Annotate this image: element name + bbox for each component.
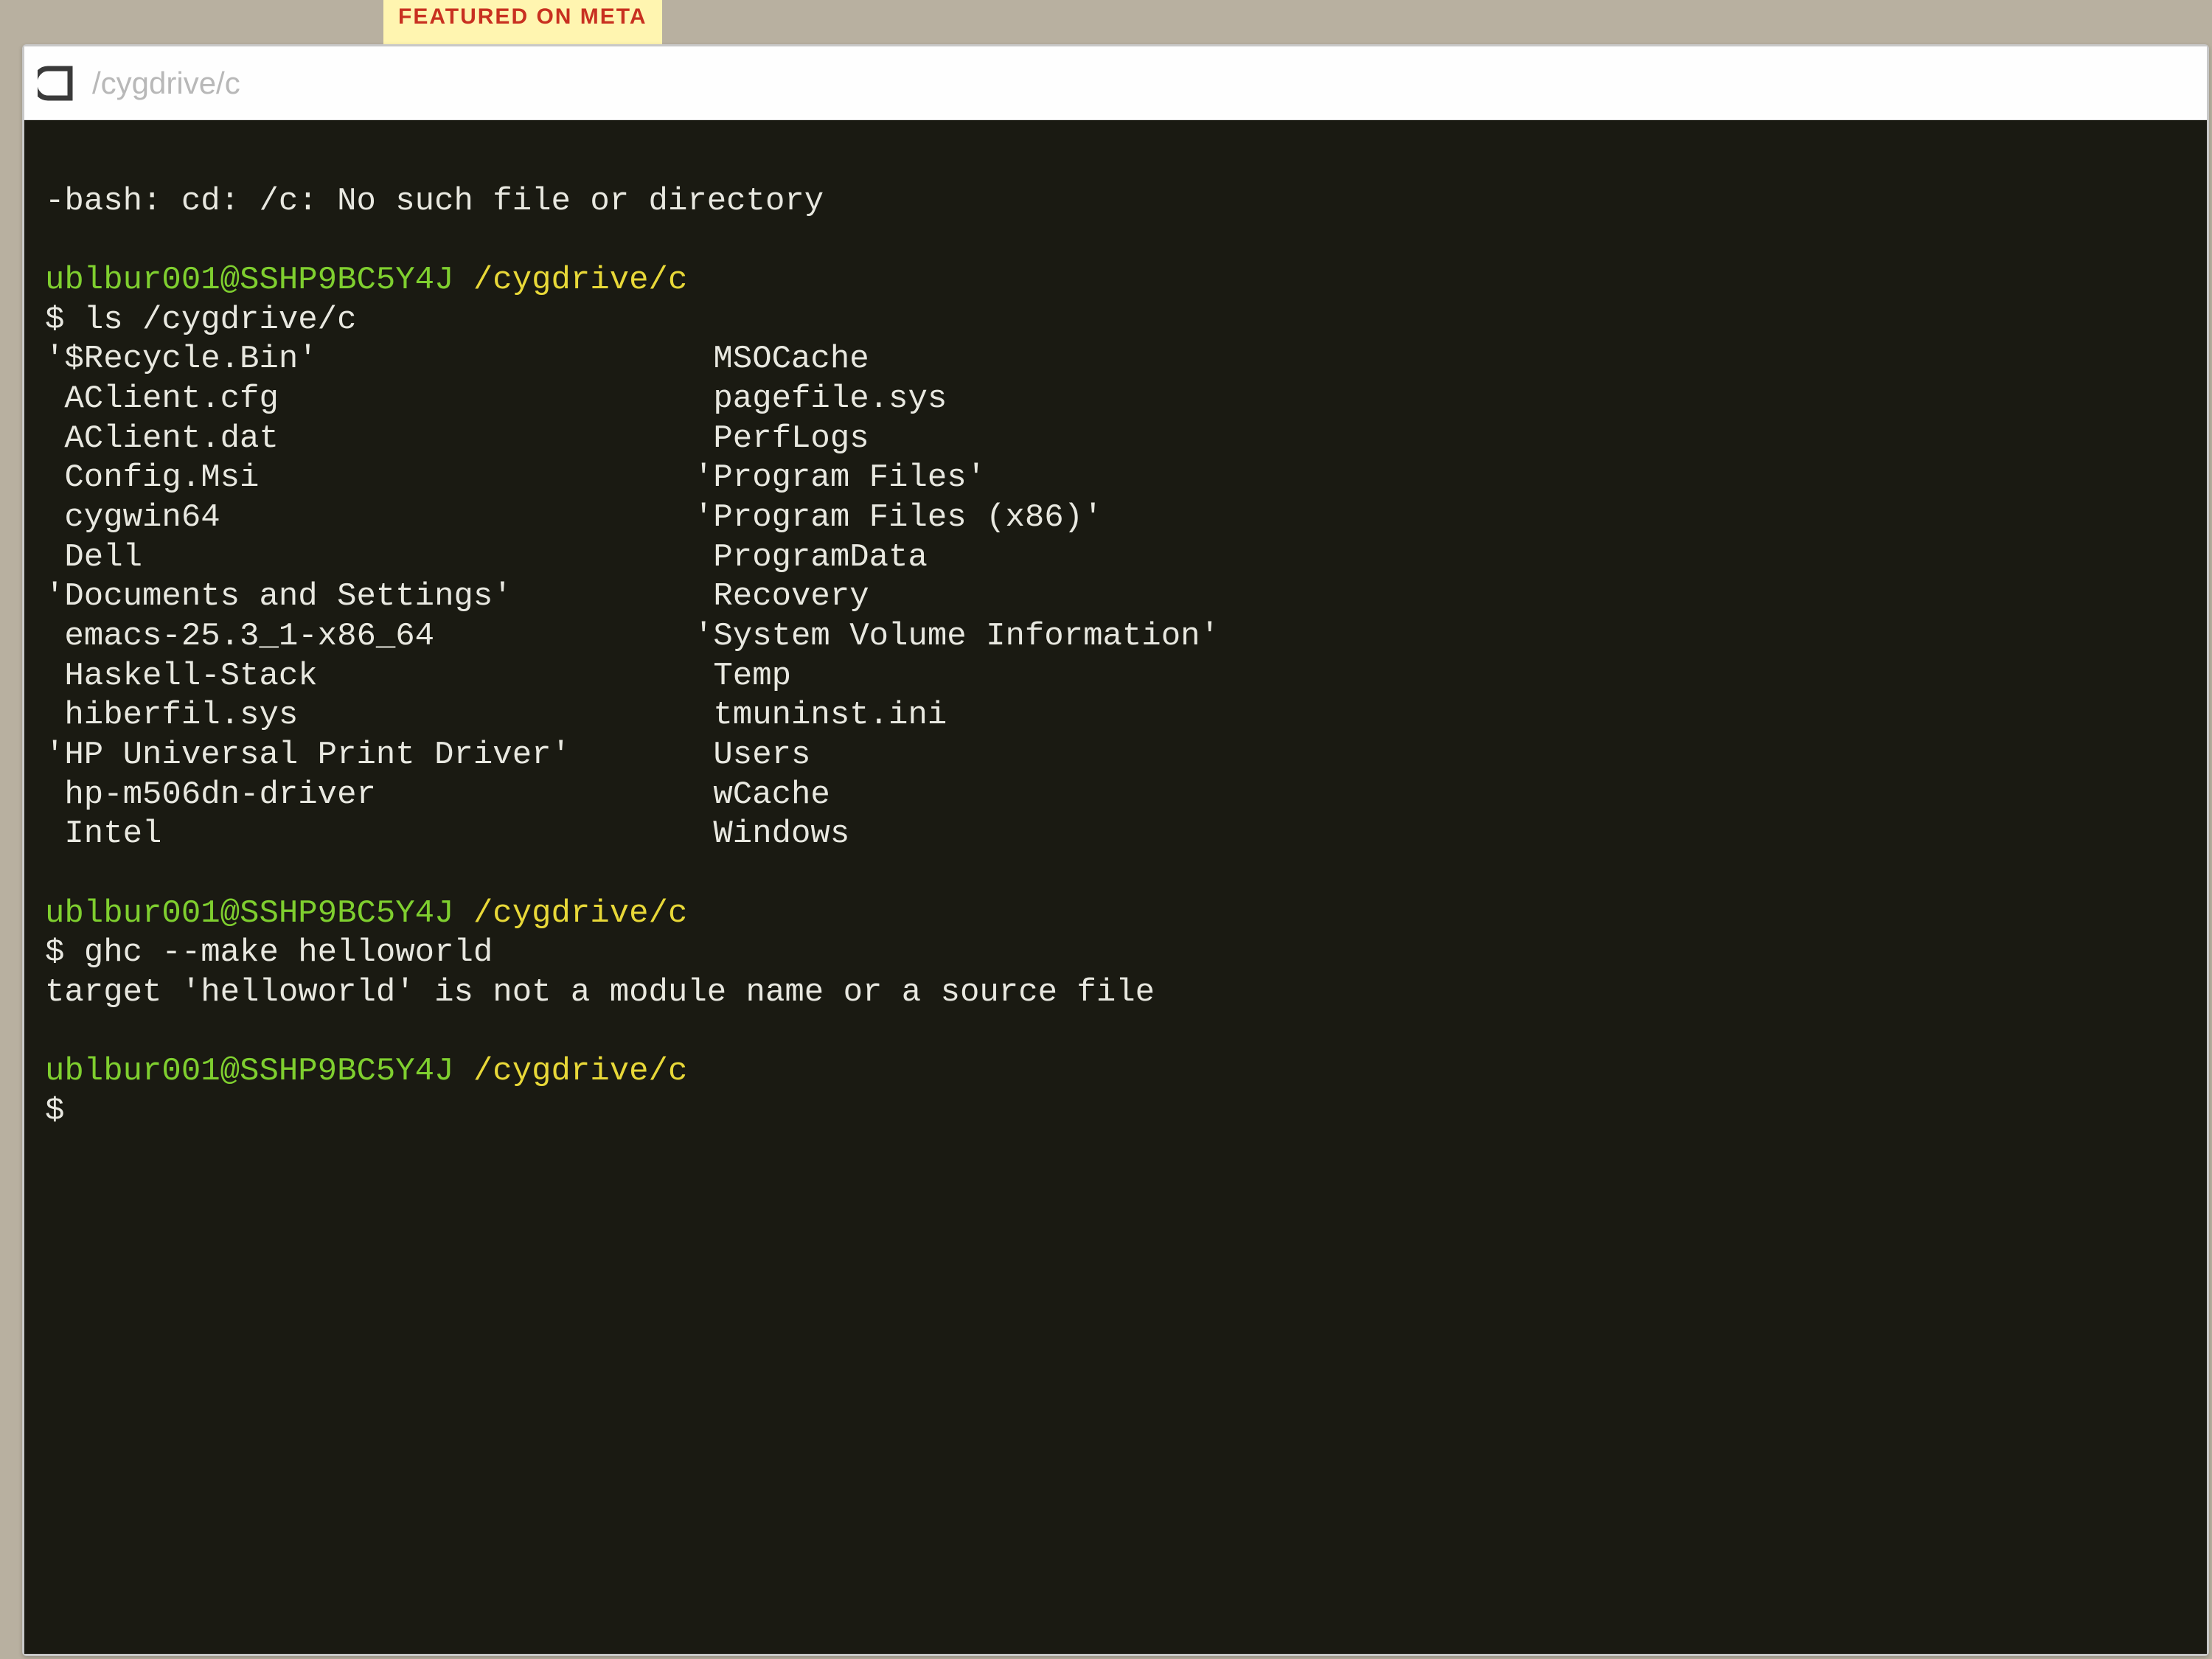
background-meta-banner: FEATURED ON META [383, 0, 662, 44]
ls-output: '$Recycle.Bin' AClient.cfg AClient.dat C… [45, 340, 2189, 855]
error-output: -bash: cd: /c: No such file or directory [45, 183, 824, 220]
prompt-user-host: ublbur001@SSHP9BC5Y4J [45, 262, 454, 299]
prompt-user-host: ublbur001@SSHP9BC5Y4J [45, 895, 454, 932]
prompt-symbol: $ [45, 302, 64, 338]
prompt-symbol: $ [45, 1093, 64, 1130]
terminal-body[interactable]: -bash: cd: /c: No such file or directory… [24, 120, 2207, 1654]
ghc-error-output: target 'helloworld' is not a module name… [45, 974, 1155, 1011]
cygwin-icon [38, 63, 79, 104]
prompt-path: /cygdrive/c [473, 1053, 687, 1090]
ls-column-1: '$Recycle.Bin' AClient.cfg AClient.dat C… [45, 340, 694, 855]
command-ghc: ghc --make helloworld [84, 934, 493, 971]
window-title: /cygdrive/c [92, 66, 240, 101]
prompt-path: /cygdrive/c [473, 262, 687, 299]
ls-column-2: MSOCache pagefile.sys PerfLogs 'Program … [694, 340, 1220, 855]
window-titlebar[interactable]: /cygdrive/c [24, 46, 2207, 120]
prompt-path: /cygdrive/c [473, 895, 687, 932]
command-ls: ls /cygdrive/c [84, 302, 357, 338]
prompt-symbol: $ [45, 934, 64, 971]
prompt-user-host: ublbur001@SSHP9BC5Y4J [45, 1053, 454, 1090]
terminal-window: /cygdrive/c -bash: cd: /c: No such file … [22, 44, 2209, 1656]
